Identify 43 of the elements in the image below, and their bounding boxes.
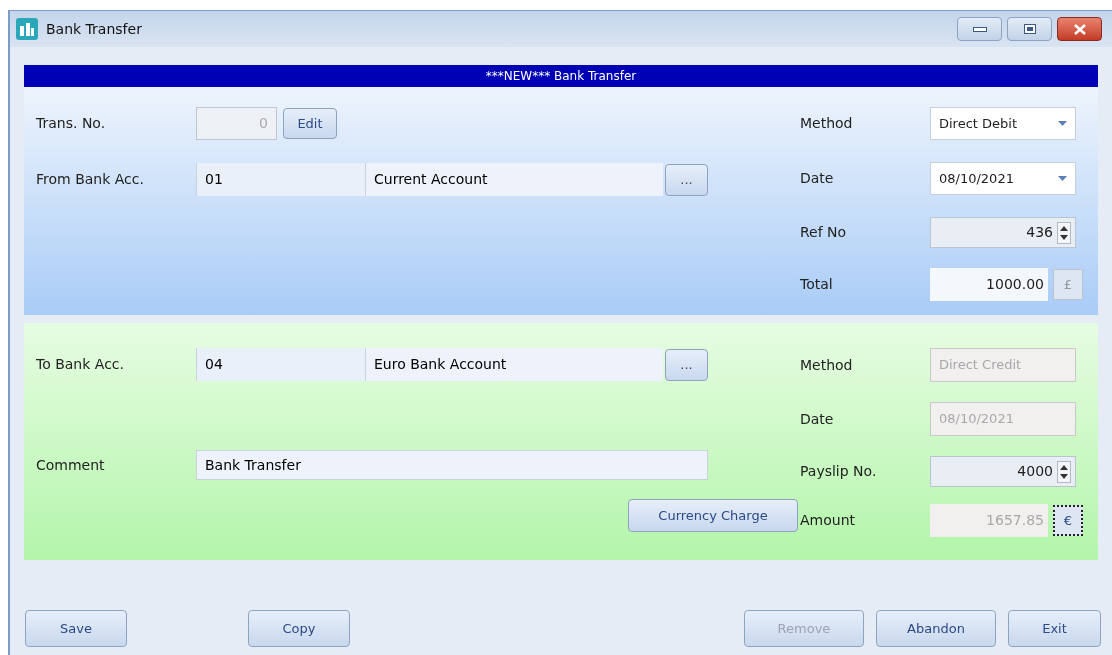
spinner-icon: [1057, 221, 1071, 244]
action-button[interactable]: Copy: [248, 610, 350, 647]
field-label: Ref No: [800, 223, 848, 242]
account-name-field[interactable]: Euro Bank Account: [365, 348, 663, 381]
field-label: Method: [800, 114, 854, 133]
field-label: Payslip No.: [800, 462, 878, 481]
spinner-icon: [1057, 460, 1071, 483]
spin-field[interactable]: 436: [930, 217, 1076, 248]
browse-button[interactable]: ...: [665, 348, 708, 381]
dropdown-field[interactable]: 08/10/2021: [930, 162, 1076, 195]
caret-icon: [1058, 176, 1067, 181]
account-name-field[interactable]: Current Account: [365, 163, 663, 196]
field-label: From Bank Acc.: [36, 170, 145, 189]
account-code-field[interactable]: 04: [196, 348, 365, 381]
field-label: Comment: [36, 455, 106, 475]
field-label: Amount: [800, 511, 856, 530]
field-label: Date: [800, 409, 835, 429]
field-label: To Bank Acc.: [36, 355, 125, 374]
window-title: Bank Transfer: [46, 19, 142, 39]
maximize-button[interactable]: [1007, 17, 1052, 41]
browse-button[interactable]: ...: [665, 163, 708, 196]
amount-field[interactable]: 1000.00: [930, 268, 1048, 301]
comment-field[interactable]: Bank Transfer: [196, 450, 708, 480]
close-button[interactable]: [1057, 17, 1102, 41]
action-button[interactable]: Exit: [1008, 610, 1101, 647]
action-button[interactable]: Abandon: [876, 610, 996, 647]
field-label: Method: [800, 355, 854, 375]
restore-icon: [1023, 24, 1036, 34]
banner: ***NEW*** Bank Transfer: [24, 65, 1098, 87]
close-icon: [1073, 23, 1086, 35]
app-icon: [16, 18, 38, 40]
minimize-icon: [972, 26, 987, 32]
field-label: Total: [800, 275, 834, 294]
field-label: Date: [800, 169, 835, 188]
edit-button[interactable]: Edit: [283, 108, 337, 139]
account-code-field[interactable]: 01: [196, 163, 365, 196]
caret-icon: [1058, 121, 1067, 126]
spin-field[interactable]: 4000: [930, 456, 1076, 487]
minimize-button[interactable]: [957, 17, 1002, 41]
dropdown-field[interactable]: Direct Debit: [930, 107, 1076, 140]
currency-charge-button[interactable]: Currency Charge: [628, 499, 798, 532]
field-label: Trans. No.: [36, 114, 107, 133]
action-button[interactable]: Save: [25, 610, 127, 647]
